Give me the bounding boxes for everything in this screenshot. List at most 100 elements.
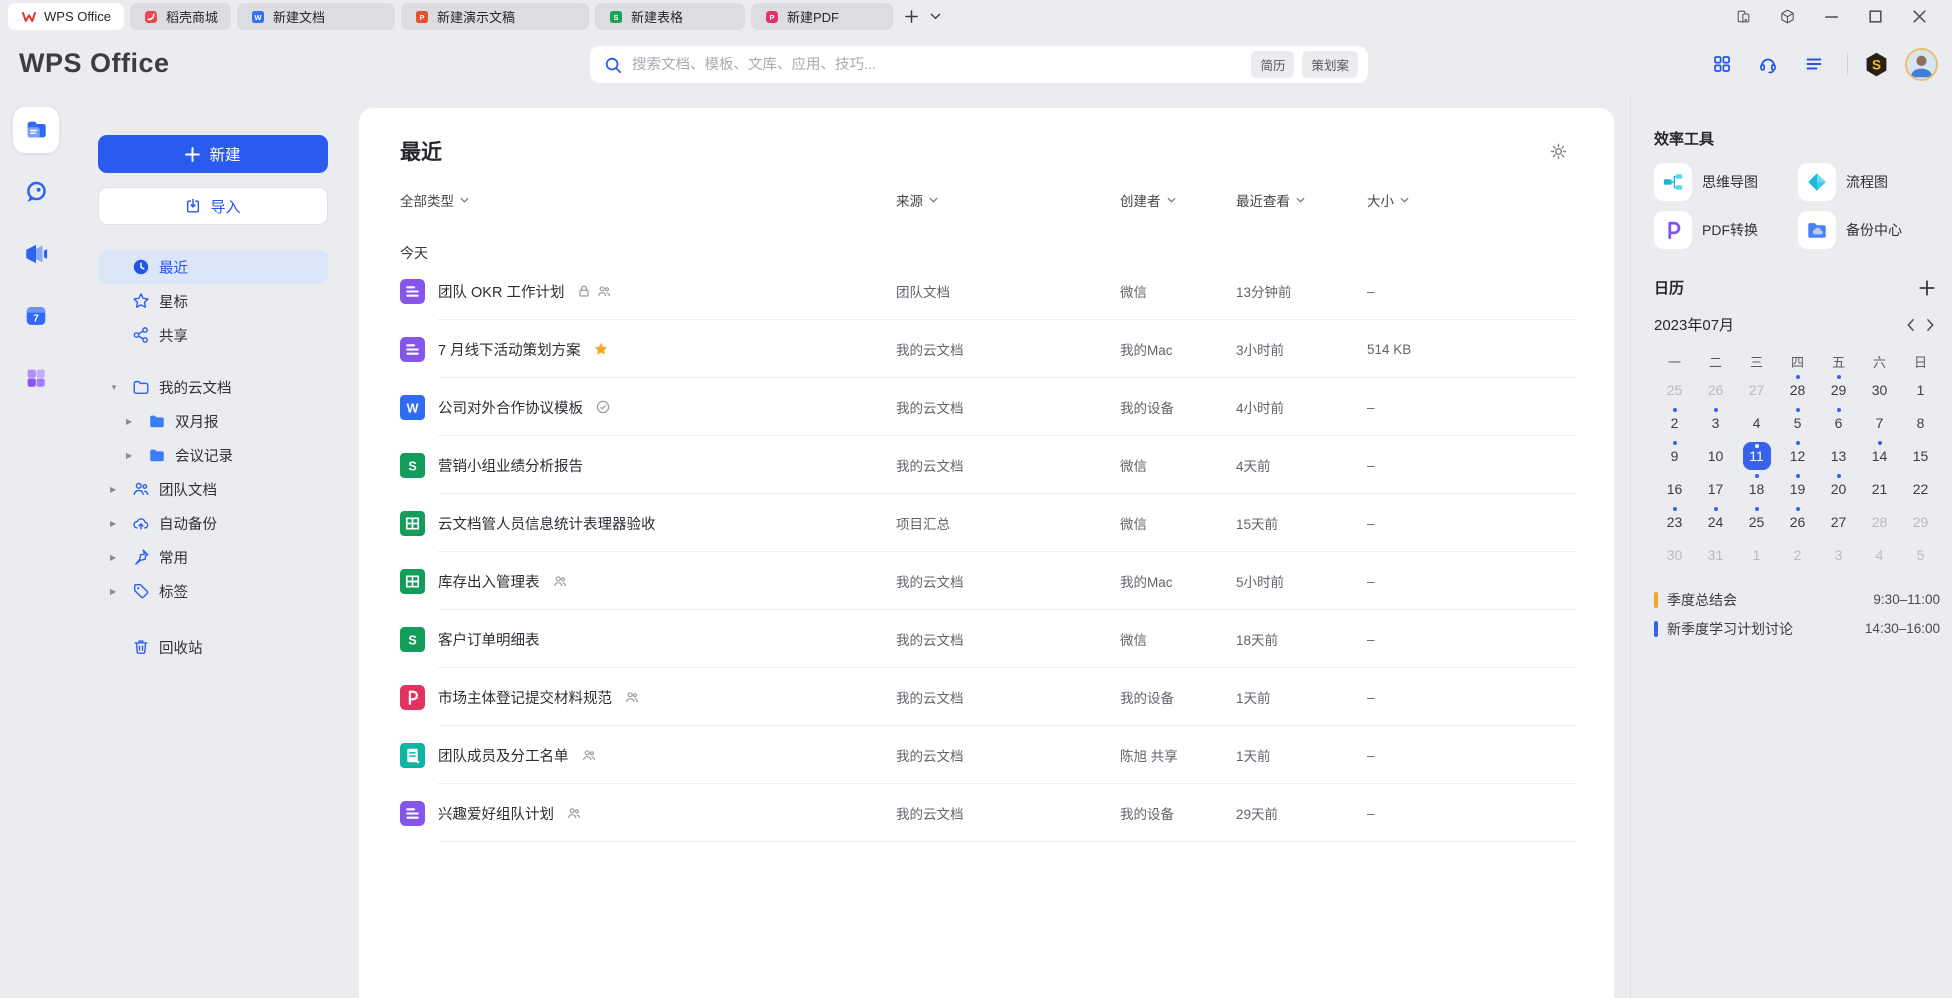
header-icon-button[interactable] [1704, 46, 1740, 82]
calendar-day[interactable]: 3 [1818, 538, 1859, 571]
header-icon-button[interactable] [1750, 46, 1786, 82]
rail-item[interactable]: 7 [13, 293, 59, 339]
calendar-day[interactable]: 23 [1654, 505, 1695, 538]
chevron-right-icon[interactable] [1920, 315, 1940, 335]
efficiency-tool[interactable]: 思维导图 [1654, 163, 1798, 201]
sidebar-item[interactable]: 最近 [98, 250, 328, 284]
calendar-day[interactable]: 20 [1818, 472, 1859, 505]
calendar-day[interactable]: 16 [1654, 472, 1695, 505]
efficiency-tool[interactable]: PDF转换 [1654, 211, 1798, 249]
calendar-day[interactable]: 2 [1654, 406, 1695, 439]
calendar-day[interactable]: 1 [1736, 538, 1777, 571]
devices-icon[interactable] [1728, 4, 1758, 30]
calendar-day[interactable]: 22 [1900, 472, 1941, 505]
calendar-day[interactable]: 28 [1777, 373, 1818, 406]
calendar-day[interactable]: 7 [1859, 406, 1900, 439]
calendar-day[interactable]: 27 [1818, 505, 1859, 538]
vip-icon[interactable]: S [1863, 51, 1890, 78]
search-bar[interactable]: 简历策划案 [590, 46, 1368, 83]
calendar-day[interactable]: 31 [1695, 538, 1736, 571]
calendar-day[interactable]: 26 [1777, 505, 1818, 538]
expand-arrow-icon[interactable]: ▼ [110, 383, 132, 392]
file-row[interactable]: 兴趣爱好组队计划 我的云文档 我的设备 29天前 – [400, 784, 1576, 842]
file-row[interactable]: 团队成员及分工名单 我的云文档 陈旭 共享 1天前 – [400, 726, 1576, 784]
calendar-day[interactable]: 4 [1736, 406, 1777, 439]
calendar-day[interactable]: 13 [1818, 439, 1859, 472]
plus-icon[interactable] [899, 4, 925, 30]
file-row[interactable]: S 营销小组业绩分析报告 我的云文档 微信 4天前 – [400, 436, 1576, 494]
efficiency-tool[interactable]: 流程图 [1798, 163, 1942, 201]
app-tab[interactable]: W 新建文档 [237, 3, 395, 30]
close-icon[interactable] [1904, 4, 1934, 30]
app-tab[interactable]: P 新建PDF [751, 3, 893, 30]
minimize-icon[interactable] [1816, 4, 1846, 30]
rail-item[interactable] [13, 107, 59, 153]
file-row[interactable]: S 客户订单明细表 我的云文档 微信 18天前 – [400, 610, 1576, 668]
search-input[interactable] [632, 57, 1251, 73]
app-tab[interactable]: S 新建表格 [595, 3, 745, 30]
import-button[interactable]: 导入 [98, 187, 328, 225]
calendar-day[interactable]: 3 [1695, 406, 1736, 439]
calendar-day[interactable]: 6 [1818, 406, 1859, 439]
filter-dropdown[interactable]: 最近查看 [1236, 190, 1367, 210]
calendar-day[interactable]: 28 [1859, 505, 1900, 538]
filter-dropdown[interactable]: 创建者 [1120, 190, 1236, 210]
plus-icon[interactable] [1918, 279, 1936, 297]
calendar-day[interactable]: 19 [1777, 472, 1818, 505]
expand-arrow-icon[interactable]: ▶ [110, 553, 132, 562]
sidebar-item[interactable]: ▶ 团队文档 [98, 472, 328, 506]
rail-item[interactable] [13, 231, 59, 277]
sidebar-item[interactable]: 共享 [98, 318, 328, 352]
calendar-day[interactable]: 27 [1736, 373, 1777, 406]
expand-arrow-icon[interactable]: ▶ [126, 417, 148, 426]
file-row[interactable]: 7 月线下活动策划方案 我的云文档 我的Mac 3小时前 514 KB [400, 320, 1576, 378]
calendar-day[interactable]: 18 [1736, 472, 1777, 505]
calendar-event[interactable]: 季度总结会 9:30–11:00 [1654, 585, 1940, 614]
calendar-day[interactable]: 25 [1654, 373, 1695, 406]
sidebar-item[interactable]: ▶ 标签 [98, 574, 328, 608]
calendar-day[interactable]: 15 [1900, 439, 1941, 472]
calendar-day[interactable]: 4 [1859, 538, 1900, 571]
sidebar-item[interactable]: 回收站 [98, 630, 328, 664]
calendar-day[interactable]: 1 [1900, 373, 1941, 406]
new-document-button[interactable]: 新建 [98, 135, 328, 173]
calendar-day[interactable]: 21 [1859, 472, 1900, 505]
sidebar-item[interactable]: ▶ 常用 [98, 540, 328, 574]
calendar-day[interactable]: 14 [1859, 439, 1900, 472]
chevron-down-icon[interactable] [925, 6, 947, 28]
calendar-day[interactable]: 24 [1695, 505, 1736, 538]
expand-arrow-icon[interactable]: ▶ [126, 451, 148, 460]
app-tab[interactable]: 稻壳商城 [130, 3, 231, 30]
expand-arrow-icon[interactable]: ▶ [110, 587, 132, 596]
app-tab[interactable]: P 新建演示文稿 [401, 3, 589, 30]
avatar-icon[interactable] [1905, 48, 1938, 81]
efficiency-tool[interactable]: 备份中心 [1798, 211, 1942, 249]
sidebar-item[interactable]: 星标 [98, 284, 328, 318]
calendar-day[interactable]: 30 [1859, 373, 1900, 406]
chevron-left-icon[interactable] [1900, 315, 1920, 335]
file-row[interactable]: 云文档管人员信息统计表理器验收 项目汇总 微信 15天前 – [400, 494, 1576, 552]
expand-arrow-icon[interactable]: ▶ [110, 519, 132, 528]
app-tab[interactable]: WPS Office [8, 3, 124, 30]
search-hot-tag[interactable]: 简历 [1251, 51, 1294, 78]
calendar-day[interactable]: 29 [1900, 505, 1941, 538]
calendar-day[interactable]: 8 [1900, 406, 1941, 439]
calendar-day[interactable]: 5 [1900, 538, 1941, 571]
sidebar-item[interactable]: ▼ 我的云文档 [98, 370, 328, 404]
maximize-icon[interactable] [1860, 4, 1890, 30]
filter-dropdown[interactable]: 大小 [1367, 190, 1576, 210]
filter-dropdown[interactable]: 全部类型 [400, 190, 896, 210]
rail-item[interactable] [13, 169, 59, 215]
calendar-day[interactable]: 29 [1818, 373, 1859, 406]
search-hot-tag[interactable]: 策划案 [1302, 51, 1358, 78]
calendar-day[interactable]: 5 [1777, 406, 1818, 439]
calendar-day[interactable]: 17 [1695, 472, 1736, 505]
calendar-day[interactable]: 11 [1736, 439, 1777, 472]
cube-icon[interactable] [1772, 4, 1802, 30]
file-row[interactable]: 市场主体登记提交材料规范 我的云文档 我的设备 1天前 – [400, 668, 1576, 726]
sidebar-item[interactable]: ▶ 自动备份 [98, 506, 328, 540]
header-icon-button[interactable] [1796, 46, 1832, 82]
calendar-day[interactable]: 12 [1777, 439, 1818, 472]
expand-arrow-icon[interactable]: ▶ [110, 485, 132, 494]
rail-item[interactable] [13, 355, 59, 401]
